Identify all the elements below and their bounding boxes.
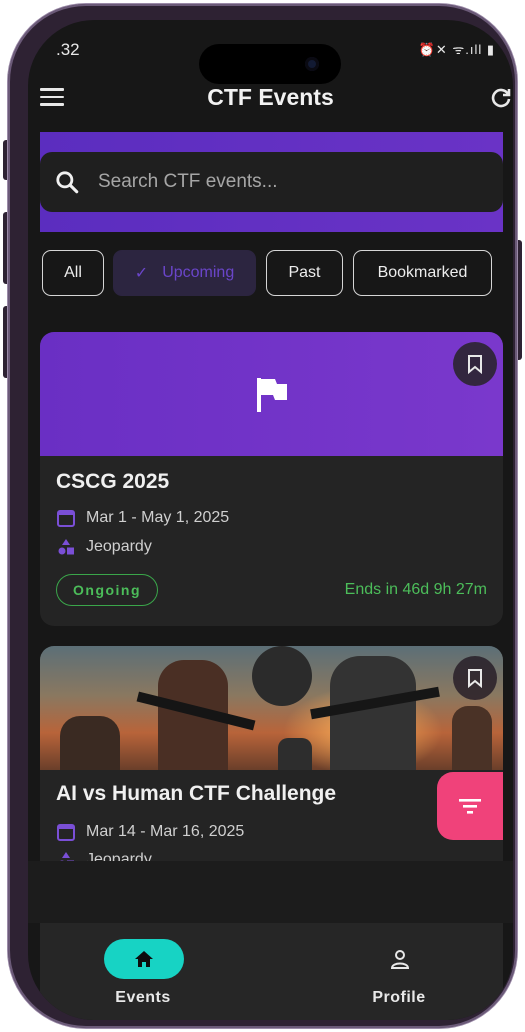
event-title: CSCG 2025 [56,470,170,493]
refresh-icon[interactable] [489,86,513,110]
phone-frame: .32 ⏰✕ ᯤ.ıll ▮ CTF Events All ✓Upcoming … [8,4,517,1028]
nav-label: Profile [372,989,426,1006]
check-icon: ✓ [134,265,149,282]
filter-chip-past[interactable]: Past [266,250,343,296]
search-icon [56,171,79,194]
nav-active-indicator [104,939,184,979]
filter-chip-bookmarked[interactable]: Bookmarked [353,250,492,296]
person-icon [390,950,410,969]
bookmark-icon [468,669,482,688]
status-badge: Ongoing [56,574,159,606]
page-title: CTF Events [207,84,334,110]
event-format: Jeopardy [86,851,152,861]
category-icon [58,539,74,555]
filter-icon [459,799,481,814]
calendar-icon [57,510,75,527]
event-card[interactable]: AI vs Human CTF Challenge Mar 14 - Mar 1… [40,646,503,861]
event-banner-image [40,646,503,770]
event-date: Mar 1 - May 1, 2025 [86,509,230,526]
flag-icon [257,378,287,412]
chip-label: All [64,264,82,281]
app-bar: CTF Events [28,76,513,120]
bottom-navigation: Events Profile [40,923,503,1020]
event-title: AI vs Human CTF Challenge [56,782,337,805]
filter-chip-upcoming[interactable]: ✓ Upcoming [113,250,256,296]
event-countdown: Ends in 46d 9h 27m [344,581,487,598]
bookmark-button[interactable] [453,342,497,386]
camera-icon [305,57,319,71]
event-date: Mar 14 - Mar 16, 2025 [86,823,245,840]
event-format: Jeopardy [86,538,152,555]
filter-fab[interactable] [437,772,503,840]
home-icon [135,951,153,967]
nav-item-profile[interactable]: Profile [324,923,474,1020]
search-input[interactable] [98,152,478,212]
event-date-row: Mar 14 - Mar 16, 2025 [56,822,244,842]
event-banner [40,332,503,456]
bookmark-icon [468,355,482,374]
search-box[interactable] [40,152,503,212]
event-format-row: Jeopardy [56,850,152,861]
bookmark-button[interactable] [453,656,497,700]
nav-item-events[interactable]: Events [68,923,218,1020]
chip-label: Bookmarked [377,264,468,281]
event-format-row: Jeopardy [56,537,152,557]
category-icon [60,852,74,861]
status-time: .32 [56,40,80,59]
app-screen: .32 ⏰✕ ᯤ.ıll ▮ CTF Events All ✓Upcoming … [28,20,513,1020]
event-card[interactable]: CSCG 2025 Mar 1 - May 1, 2025 Jeopardy O… [40,332,503,626]
content-end [28,861,513,923]
filter-chip-all[interactable]: All [42,250,104,296]
event-date-row: Mar 1 - May 1, 2025 [56,508,229,528]
chip-label: Past [288,264,321,281]
calendar-icon [57,824,75,841]
nav-label: Events [115,989,171,1006]
chip-label: Upcoming [162,264,235,281]
status-icons: ⏰✕ ᯤ.ıll ▮ [418,42,495,57]
